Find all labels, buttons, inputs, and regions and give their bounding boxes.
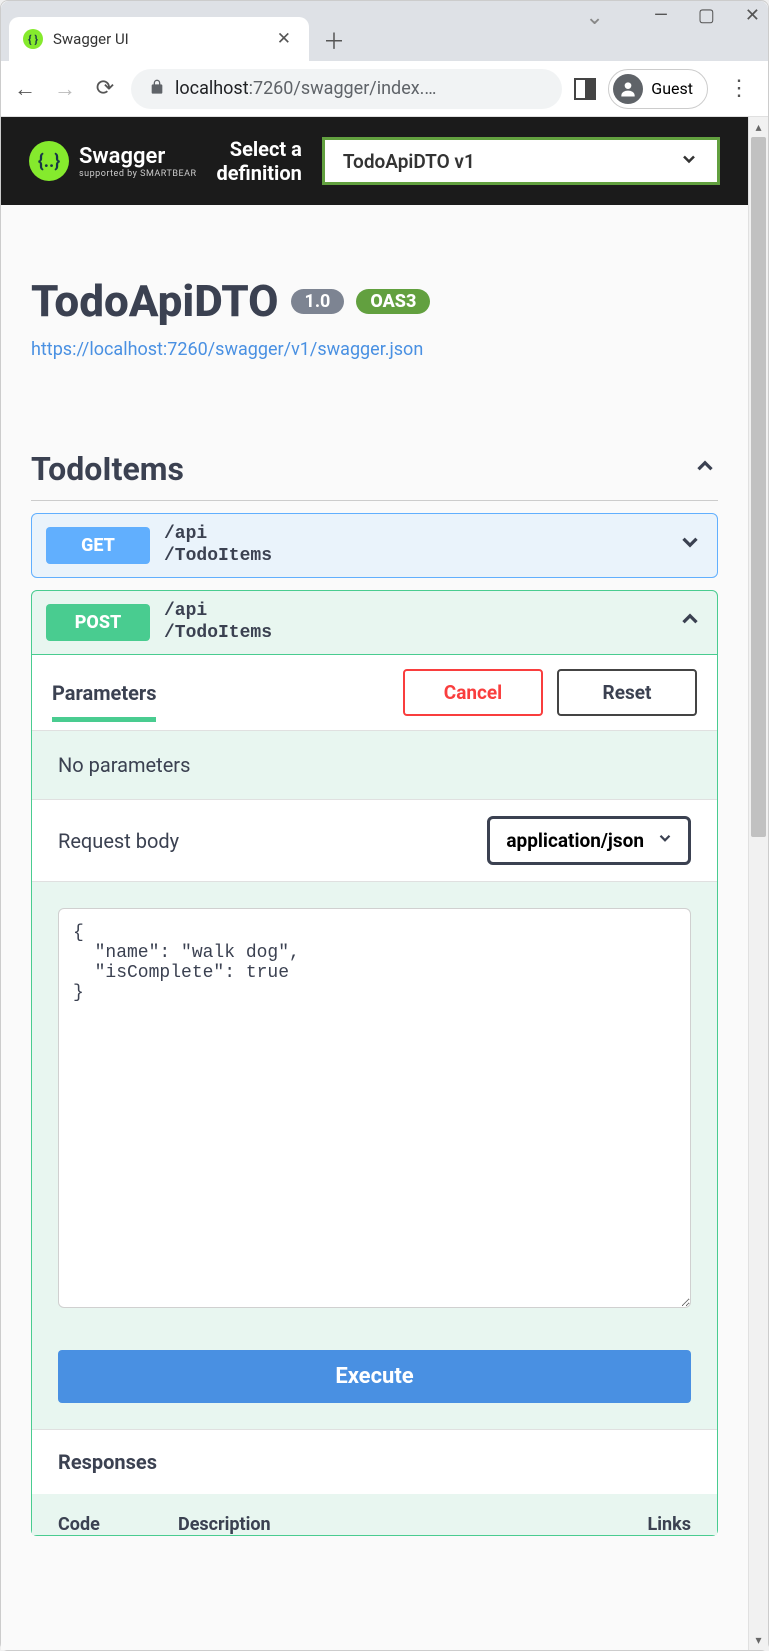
definition-label: Select a definition [217, 137, 302, 185]
scroll-up-arrow-icon[interactable]: ▴ [749, 117, 768, 137]
swagger-logo-icon: {..} [29, 141, 69, 181]
col-code: Code [58, 1514, 178, 1535]
url-host: localhost [175, 78, 249, 99]
vertical-scrollbar[interactable]: ▴ ▾ [748, 117, 768, 1650]
chevron-up-icon [677, 606, 703, 639]
swagger-logo-subtext: supported by SMARTBEAR [79, 169, 197, 179]
browser-titlebar: { } Swagger UI ✕ ＋ ⌄ — ▢ ✕ [1, 1, 768, 61]
definition-selected: TodoApiDTO v1 [343, 150, 475, 173]
api-title: TodoApiDTO [31, 275, 279, 327]
tag-header[interactable]: TodoItems [31, 450, 718, 501]
definition-select[interactable]: TodoApiDTO v1 [322, 137, 720, 185]
opblock-get-todoitems: GET /api /TodoItems [31, 513, 718, 578]
browser-address-bar: ← → ⟳ localhost:7260/swagger/index.… Gue… [1, 61, 768, 117]
chevron-down-icon [656, 829, 674, 852]
close-window-button[interactable]: ✕ [745, 5, 760, 30]
reload-button[interactable]: ⟳ [91, 76, 119, 101]
swagger-logo-text: Swagger [79, 144, 197, 169]
oas-badge: OAS3 [356, 289, 430, 314]
col-links: Links [611, 1514, 691, 1535]
reset-button[interactable]: Reset [557, 669, 697, 716]
avatar-icon [613, 74, 643, 104]
spec-url-link[interactable]: https://localhost:7260/swagger/v1/swagge… [31, 339, 718, 360]
version-badge: 1.0 [291, 289, 345, 314]
responses-heading: Responses [32, 1429, 717, 1494]
scroll-down-arrow-icon[interactable]: ▾ [749, 1630, 768, 1650]
url-field[interactable]: localhost:7260/swagger/index.… [131, 69, 562, 109]
tag-name: TodoItems [31, 450, 184, 488]
operation-path: /api /TodoItems [164, 601, 663, 644]
content-type-value: application/json [506, 829, 644, 852]
swagger-topbar: {..} Swagger supported by SMARTBEAR Sele… [1, 117, 748, 205]
minimize-button[interactable]: — [654, 5, 668, 30]
opblock-summary[interactable]: POST /api /TodoItems [32, 591, 717, 654]
opblock-summary[interactable]: GET /api /TodoItems [32, 514, 717, 577]
content-type-select[interactable]: application/json [487, 816, 691, 865]
cancel-button[interactable]: Cancel [403, 669, 543, 716]
method-badge-get: GET [46, 527, 150, 564]
swagger-logo[interactable]: {..} Swagger supported by SMARTBEAR [29, 141, 197, 181]
responses-table-header: Code Description Links [32, 1494, 717, 1535]
url-path: :7260/swagger/index.… [249, 78, 437, 99]
browser-menu-button[interactable]: ⋮ [720, 76, 758, 101]
tab-search-button[interactable]: ⌄ [585, 5, 603, 30]
col-description: Description [178, 1514, 611, 1535]
tab-title: Swagger UI [53, 30, 263, 48]
new-tab-button[interactable]: ＋ [317, 23, 351, 57]
method-badge-post: POST [46, 604, 150, 641]
chevron-down-icon [677, 529, 703, 562]
execute-button[interactable]: Execute [58, 1350, 691, 1403]
chevron-up-icon [692, 453, 718, 486]
browser-tab[interactable]: { } Swagger UI ✕ [9, 17, 309, 61]
operation-path: /api /TodoItems [164, 524, 663, 567]
parameters-tab[interactable]: Parameters [52, 681, 156, 722]
reader-mode-icon[interactable] [574, 78, 596, 100]
back-button[interactable]: ← [11, 76, 39, 102]
request-body-editor[interactable] [58, 908, 691, 1308]
no-parameters-text: No parameters [32, 731, 717, 799]
swagger-favicon-icon: { } [23, 29, 43, 49]
maximize-button[interactable]: ▢ [698, 5, 715, 30]
profile-label: Guest [651, 79, 693, 98]
forward-button[interactable]: → [51, 76, 79, 102]
profile-button[interactable]: Guest [608, 69, 708, 109]
scrollbar-thumb[interactable] [751, 137, 766, 837]
request-body-label: Request body [58, 829, 179, 853]
close-tab-button[interactable]: ✕ [273, 29, 295, 49]
chevron-down-icon [679, 149, 699, 174]
lock-icon [149, 79, 165, 99]
opblock-post-todoitems: POST /api /TodoItems Parameters Cancel [31, 590, 718, 1536]
